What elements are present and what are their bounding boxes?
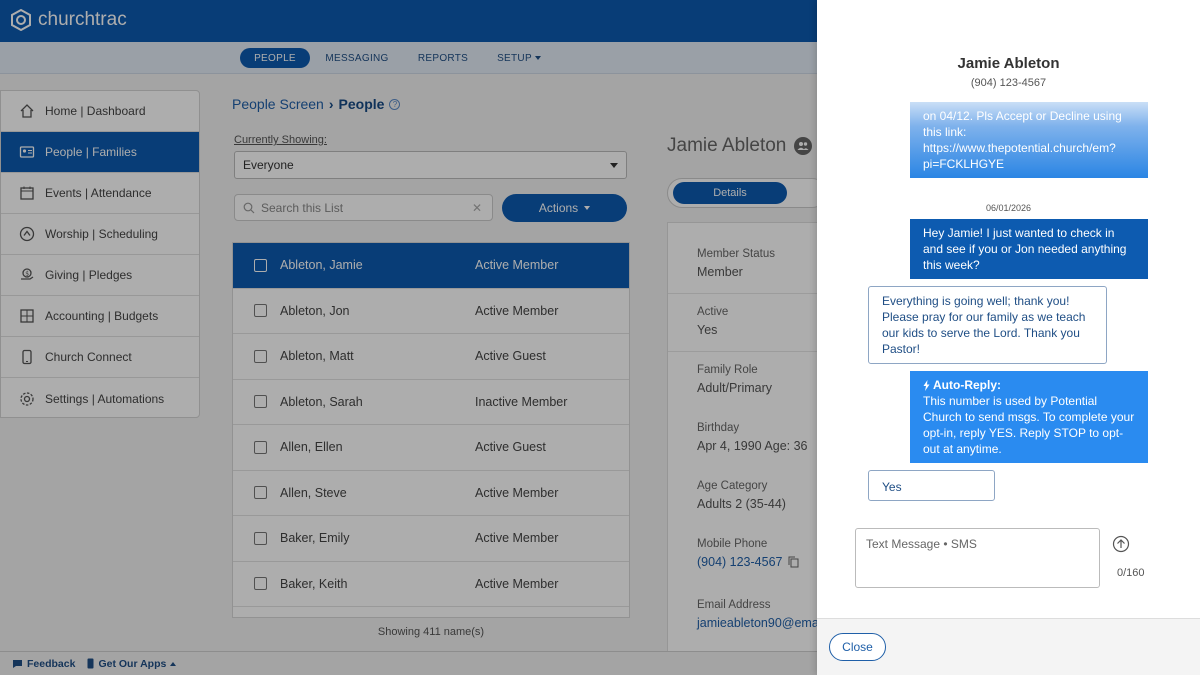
message-thread[interactable]: on 04/12. Pls Accept or Decline using th… [817, 102, 1200, 512]
auto-reply-text: This number is used by Potential Church … [923, 394, 1135, 456]
auto-reply-heading: Auto-Reply: [923, 377, 1135, 393]
message-bubble-outgoing: on 04/12. Pls Accept or Decline using th… [910, 102, 1148, 178]
contact-phone: (904) 123-4567 [970, 77, 1047, 89]
message-bubble-incoming: Yes [868, 470, 995, 501]
modal-backdrop[interactable] [0, 0, 817, 675]
auto-reply-bubble: Auto-Reply: This number is used by Poten… [910, 371, 1148, 463]
message-bubble-outgoing: Hey Jamie! I just wanted to check in and… [910, 219, 1148, 279]
date-separator: 06/01/2026 [985, 203, 1032, 213]
close-button[interactable]: Close [829, 633, 886, 661]
message-bubble-incoming: Everything is going well; thank you! Ple… [868, 286, 1107, 364]
compose-placeholder: Text Message • SMS [866, 537, 977, 551]
character-counter: 0/160 [1117, 567, 1145, 579]
auto-reply-title: Auto-Reply: [933, 378, 1001, 392]
drawer-footer: Close [817, 618, 1200, 675]
sms-compose-input[interactable]: Text Message • SMS [855, 528, 1100, 588]
message-drawer: Jamie Ableton (904) 123-4567 on 04/12. P… [817, 0, 1200, 675]
send-icon[interactable] [1112, 535, 1130, 553]
contact-name: Jamie Ableton [957, 55, 1060, 72]
lightning-icon [923, 379, 930, 391]
